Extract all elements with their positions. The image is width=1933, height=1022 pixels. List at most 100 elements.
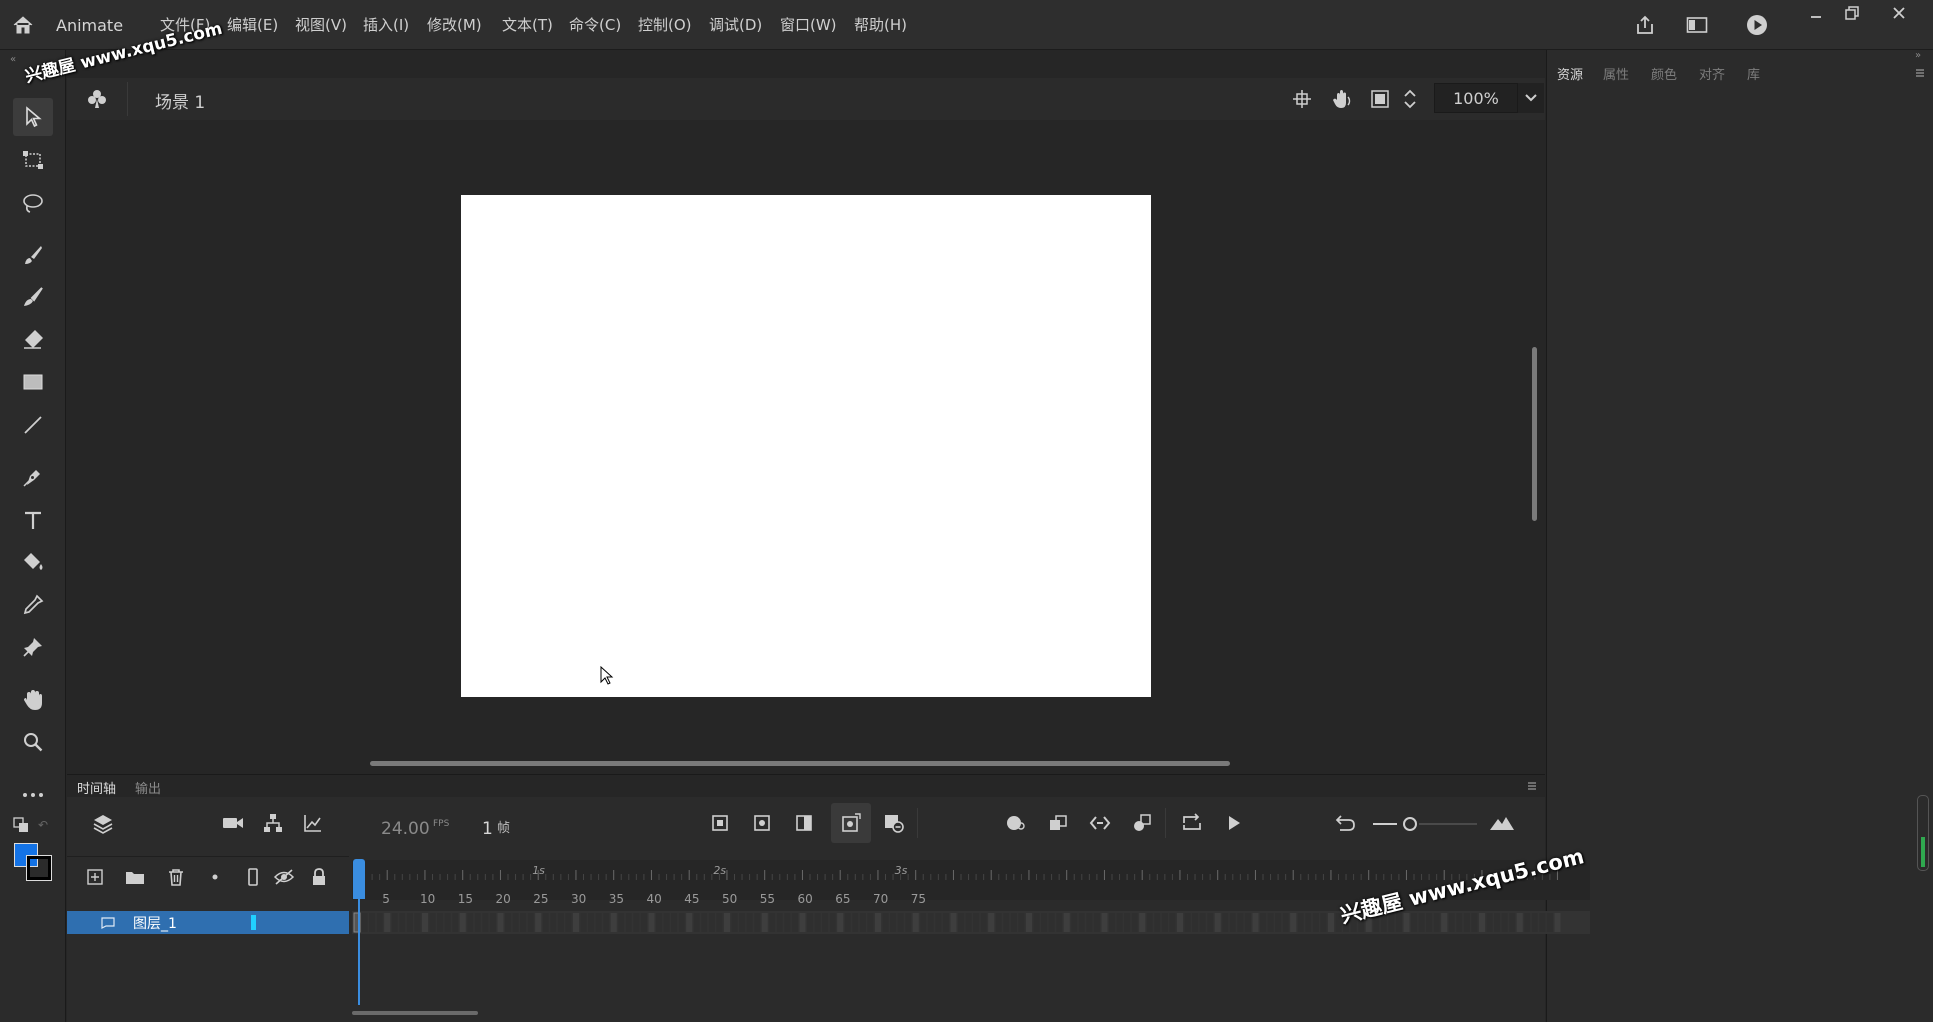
tab-color[interactable]: 颜色 <box>1651 64 1677 83</box>
app-name: Animate <box>56 16 124 35</box>
motion-tween-icon[interactable] <box>1085 808 1115 838</box>
menu-view[interactable]: 视图(V) <box>295 14 347 35</box>
zoom-field[interactable]: 100% <box>1434 83 1518 113</box>
eraser-tool-icon[interactable] <box>13 320 53 358</box>
menu-help[interactable]: 帮助(H) <box>854 14 907 35</box>
menu-insert[interactable]: 插入(I) <box>363 14 409 35</box>
hand-tool-icon[interactable] <box>13 681 53 719</box>
panel-menu-icon[interactable] <box>1915 68 1925 78</box>
onion-skin-icon[interactable] <box>789 808 819 838</box>
line-tool-icon[interactable] <box>13 406 53 444</box>
remove-tween-icon[interactable] <box>1127 808 1157 838</box>
lock-icon[interactable] <box>304 862 334 892</box>
scene-icon[interactable] <box>82 84 112 114</box>
timeline-scrollbar[interactable] <box>352 1011 478 1015</box>
menu-window[interactable]: 窗口(W) <box>780 14 837 35</box>
workspace-icon[interactable] <box>1682 10 1712 40</box>
free-transform-tool-icon[interactable] <box>13 141 53 179</box>
graph-icon[interactable] <box>298 808 328 838</box>
delete-layer-icon[interactable] <box>161 862 191 892</box>
menu-edit[interactable]: 编辑(E) <box>227 14 278 35</box>
home-icon[interactable] <box>8 10 38 40</box>
center-frame-icon[interactable] <box>705 808 735 838</box>
brush-tool-icon[interactable] <box>13 278 53 316</box>
layer-row[interactable]: 图层_1 <box>67 911 349 934</box>
fps-value[interactable]: 24.00 <box>381 819 430 839</box>
layer-name[interactable]: 图层_1 <box>133 913 177 933</box>
rectangle-tool-icon[interactable] <box>13 363 53 401</box>
menu-debug[interactable]: 调试(D) <box>709 14 762 35</box>
playhead[interactable] <box>353 859 365 899</box>
highlight-layer-icon[interactable] <box>200 862 230 892</box>
test-movie-icon[interactable] <box>1742 10 1772 40</box>
frame-unit: 帧 <box>497 821 511 836</box>
clip-content-icon[interactable] <box>1365 84 1395 114</box>
frame-tick-label: 55 <box>759 892 775 906</box>
share-icon[interactable] <box>1630 10 1660 40</box>
collapse-left-icon[interactable]: « <box>10 54 16 65</box>
stage-vertical-scrollbar[interactable] <box>1532 347 1537 521</box>
collapse-right-icon[interactable]: » <box>1915 50 1921 61</box>
tab-properties[interactable]: 属性 <box>1603 64 1629 83</box>
tab-assets[interactable]: 资源 <box>1557 64 1583 83</box>
layers-icon[interactable] <box>88 808 118 838</box>
chevron-down-icon[interactable] <box>1518 83 1544 113</box>
undo-view-icon[interactable] <box>1331 808 1361 838</box>
frame-tick-label: 65 <box>835 892 851 906</box>
menu-bar: Animate 文件(F) 编辑(E) 视图(V) 插入(I) 修改(M) 文本… <box>0 0 1933 50</box>
menu-text[interactable]: 文本(T) <box>502 14 553 35</box>
stage-horizontal-scrollbar[interactable] <box>370 761 1230 766</box>
frame-tick-label: 50 <box>721 892 738 906</box>
panel-menu-icon[interactable] <box>1527 781 1537 791</box>
layer-type-icon <box>101 915 115 929</box>
loop-icon[interactable] <box>747 808 777 838</box>
tab-output[interactable]: 输出 <box>135 778 161 797</box>
camera-icon[interactable] <box>218 808 248 838</box>
snap-center-icon[interactable] <box>1287 84 1317 114</box>
play-icon[interactable] <box>1219 808 1249 838</box>
zoom-tool-icon[interactable] <box>13 723 53 761</box>
insert-frame-icon[interactable] <box>879 808 909 838</box>
stage-header: 场景 1 100% <box>67 78 1545 120</box>
pin-tool-icon[interactable] <box>13 628 53 666</box>
tab-align[interactable]: 对齐 <box>1699 64 1725 83</box>
edit-multiple-frames-icon[interactable] <box>831 803 871 843</box>
tab-library[interactable]: 库 <box>1747 64 1760 83</box>
scene-title: 场景 1 <box>155 93 206 113</box>
classic-tween-icon[interactable] <box>1043 808 1073 838</box>
menu-modify[interactable]: 修改(M) <box>427 14 482 35</box>
text-tool-icon[interactable] <box>13 501 53 539</box>
loop-playback-icon[interactable] <box>1177 808 1207 838</box>
second-marker: 1s <box>532 864 545 877</box>
hide-icon[interactable] <box>269 862 299 892</box>
new-layer-icon[interactable] <box>80 862 110 892</box>
zoom-slider-thumb[interactable] <box>1403 817 1417 831</box>
shape-tween-icon[interactable] <box>1001 808 1031 838</box>
stage-canvas[interactable] <box>461 195 1151 697</box>
current-frame[interactable]: 1 <box>482 819 493 839</box>
outline-icon[interactable] <box>238 862 268 892</box>
reset-colors-icon[interactable]: ↶ <box>38 818 48 832</box>
new-folder-icon[interactable] <box>120 862 150 892</box>
paint-bucket-tool-icon[interactable] <box>13 543 53 581</box>
tab-timeline[interactable]: 时间轴 <box>77 778 116 797</box>
pen-tool-icon[interactable] <box>13 458 53 496</box>
more-tools-icon[interactable] <box>13 776 53 814</box>
frame-tick-label: 20 <box>495 892 511 906</box>
swap-colors-icon[interactable] <box>13 817 29 833</box>
paint-brush-tool-icon[interactable] <box>13 236 53 274</box>
zoom-slider-track[interactable] <box>1373 823 1397 825</box>
mountain-zoom-icon[interactable] <box>1487 808 1517 838</box>
selection-tool-icon[interactable] <box>13 98 53 136</box>
menu-commands[interactable]: 命令(C) <box>569 14 621 35</box>
eyedropper-tool-icon[interactable] <box>13 586 53 624</box>
frame-tick-label: 60 <box>797 892 813 906</box>
close-icon[interactable] <box>1876 0 1922 26</box>
lasso-tool-icon[interactable] <box>13 184 53 222</box>
menu-control[interactable]: 控制(O) <box>638 14 692 35</box>
fit-stage-icon[interactable] <box>1395 84 1425 114</box>
restore-icon[interactable] <box>1829 0 1875 26</box>
rotate-stage-icon[interactable] <box>1326 84 1356 114</box>
layer-parenting-icon[interactable] <box>258 808 288 838</box>
stroke-color-swatch[interactable] <box>26 855 52 881</box>
